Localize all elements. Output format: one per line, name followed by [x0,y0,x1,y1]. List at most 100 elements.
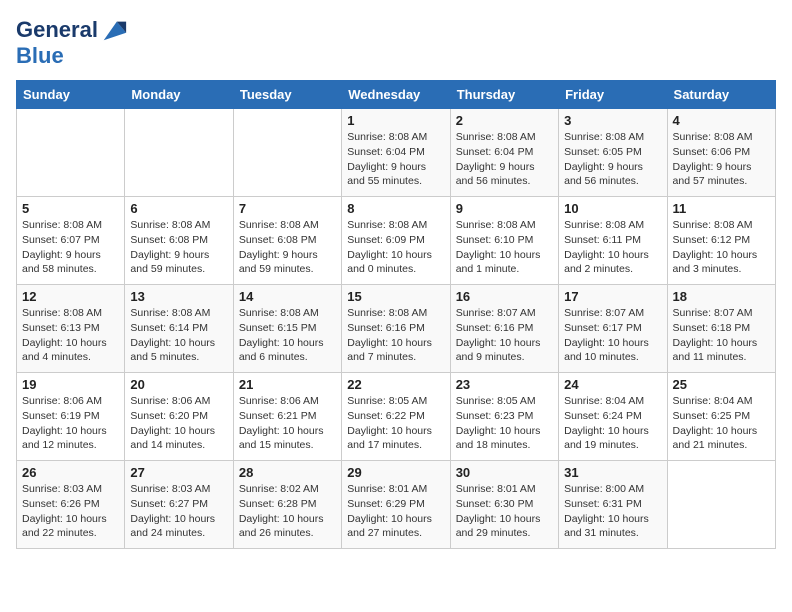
calendar-table: SundayMondayTuesdayWednesdayThursdayFrid… [16,80,776,549]
day-info: Sunrise: 8:05 AM Sunset: 6:22 PM Dayligh… [347,394,444,453]
calendar-cell: 5 Sunrise: 8:08 AM Sunset: 6:07 PM Daylig… [17,197,125,285]
week-row-3: 12 Sunrise: 8:08 AM Sunset: 6:13 PM Dayli… [17,285,776,373]
calendar-cell: 3 Sunrise: 8:08 AM Sunset: 6:05 PM Daylig… [559,109,667,197]
calendar-cell: 19 Sunrise: 8:06 AM Sunset: 6:19 PM Dayli… [17,373,125,461]
day-info: Sunrise: 8:01 AM Sunset: 6:29 PM Dayligh… [347,482,444,541]
day-number: 25 [673,377,770,392]
day-number: 22 [347,377,444,392]
day-header-friday: Friday [559,81,667,109]
day-info: Sunrise: 8:08 AM Sunset: 6:08 PM Dayligh… [239,218,336,277]
day-info: Sunrise: 8:08 AM Sunset: 6:10 PM Dayligh… [456,218,553,277]
day-number: 19 [22,377,119,392]
day-info: Sunrise: 8:07 AM Sunset: 6:17 PM Dayligh… [564,306,661,365]
calendar-cell [125,109,233,197]
day-info: Sunrise: 8:05 AM Sunset: 6:23 PM Dayligh… [456,394,553,453]
day-info: Sunrise: 8:08 AM Sunset: 6:15 PM Dayligh… [239,306,336,365]
calendar-cell [233,109,341,197]
day-info: Sunrise: 8:07 AM Sunset: 6:18 PM Dayligh… [673,306,770,365]
calendar-cell: 13 Sunrise: 8:08 AM Sunset: 6:14 PM Dayli… [125,285,233,373]
day-info: Sunrise: 8:06 AM Sunset: 6:20 PM Dayligh… [130,394,227,453]
day-number: 30 [456,465,553,480]
calendar-cell: 23 Sunrise: 8:05 AM Sunset: 6:23 PM Dayli… [450,373,558,461]
calendar-cell: 18 Sunrise: 8:07 AM Sunset: 6:18 PM Dayli… [667,285,775,373]
day-header-thursday: Thursday [450,81,558,109]
day-info: Sunrise: 8:08 AM Sunset: 6:14 PM Dayligh… [130,306,227,365]
day-number: 26 [22,465,119,480]
day-number: 28 [239,465,336,480]
day-number: 1 [347,113,444,128]
day-info: Sunrise: 8:04 AM Sunset: 6:25 PM Dayligh… [673,394,770,453]
day-info: Sunrise: 8:08 AM Sunset: 6:09 PM Dayligh… [347,218,444,277]
calendar-cell: 7Sunrise: 8:08 AM Sunset: 6:08 PM Daylig… [233,197,341,285]
day-header-saturday: Saturday [667,81,775,109]
day-number: 20 [130,377,227,392]
day-info: Sunrise: 8:03 AM Sunset: 6:26 PM Dayligh… [22,482,119,541]
week-row-5: 26 Sunrise: 8:03 AM Sunset: 6:26 PM Dayli… [17,461,776,549]
day-header-sunday: Sunday [17,81,125,109]
calendar-cell: 27 Sunrise: 8:03 AM Sunset: 6:27 PM Dayli… [125,461,233,549]
logo-text: General [16,18,98,42]
calendar-cell: 10Sunrise: 8:08 AM Sunset: 6:11 PM Dayli… [559,197,667,285]
day-header-tuesday: Tuesday [233,81,341,109]
day-number: 15 [347,289,444,304]
day-number: 5 [22,201,119,216]
day-info: Sunrise: 8:07 AM Sunset: 6:16 PM Dayligh… [456,306,553,365]
day-info: Sunrise: 8:03 AM Sunset: 6:27 PM Dayligh… [130,482,227,541]
day-number: 24 [564,377,661,392]
calendar-cell: 29 Sunrise: 8:01 AM Sunset: 6:29 PM Dayli… [342,461,450,549]
calendar-cell: 31Sunrise: 8:00 AM Sunset: 6:31 PM Dayli… [559,461,667,549]
day-info: Sunrise: 8:08 AM Sunset: 6:07 PM Dayligh… [22,218,119,277]
day-info: Sunrise: 8:08 AM Sunset: 6:13 PM Dayligh… [22,306,119,365]
calendar-cell: 15 Sunrise: 8:08 AM Sunset: 6:16 PM Dayli… [342,285,450,373]
day-info: Sunrise: 8:08 AM Sunset: 6:06 PM Dayligh… [673,130,770,189]
calendar-cell: 14 Sunrise: 8:08 AM Sunset: 6:15 PM Dayli… [233,285,341,373]
day-number: 27 [130,465,227,480]
calendar-cell: 4 Sunrise: 8:08 AM Sunset: 6:06 PM Daylig… [667,109,775,197]
day-info: Sunrise: 8:08 AM Sunset: 6:05 PM Dayligh… [564,130,661,189]
day-number: 14 [239,289,336,304]
day-info: Sunrise: 8:00 AM Sunset: 6:31 PM Dayligh… [564,482,661,541]
days-header-row: SundayMondayTuesdayWednesdayThursdayFrid… [17,81,776,109]
day-number: 18 [673,289,770,304]
calendar-cell: 24 Sunrise: 8:04 AM Sunset: 6:24 PM Dayli… [559,373,667,461]
calendar-cell: 12 Sunrise: 8:08 AM Sunset: 6:13 PM Dayli… [17,285,125,373]
week-row-4: 19 Sunrise: 8:06 AM Sunset: 6:19 PM Dayli… [17,373,776,461]
day-number: 23 [456,377,553,392]
calendar-cell: 1 Sunrise: 8:08 AM Sunset: 6:04 PM Daylig… [342,109,450,197]
day-info: Sunrise: 8:02 AM Sunset: 6:28 PM Dayligh… [239,482,336,541]
day-info: Sunrise: 8:06 AM Sunset: 6:21 PM Dayligh… [239,394,336,453]
calendar-cell: 6Sunrise: 8:08 AM Sunset: 6:08 PM Daylig… [125,197,233,285]
calendar-cell: 30 Sunrise: 8:01 AM Sunset: 6:30 PM Dayli… [450,461,558,549]
day-number: 13 [130,289,227,304]
week-row-1: 1 Sunrise: 8:08 AM Sunset: 6:04 PM Daylig… [17,109,776,197]
week-row-2: 5 Sunrise: 8:08 AM Sunset: 6:07 PM Daylig… [17,197,776,285]
day-number: 6 [130,201,227,216]
day-number: 11 [673,201,770,216]
day-number: 3 [564,113,661,128]
day-info: Sunrise: 8:06 AM Sunset: 6:19 PM Dayligh… [22,394,119,453]
day-header-wednesday: Wednesday [342,81,450,109]
day-number: 12 [22,289,119,304]
day-number: 4 [673,113,770,128]
day-number: 29 [347,465,444,480]
day-number: 8 [347,201,444,216]
day-number: 2 [456,113,553,128]
day-info: Sunrise: 8:01 AM Sunset: 6:30 PM Dayligh… [456,482,553,541]
logo-icon [100,16,128,44]
day-info: Sunrise: 8:08 AM Sunset: 6:12 PM Dayligh… [673,218,770,277]
day-info: Sunrise: 8:08 AM Sunset: 6:16 PM Dayligh… [347,306,444,365]
day-header-monday: Monday [125,81,233,109]
logo-blue: Blue [16,43,64,68]
calendar-cell: 26 Sunrise: 8:03 AM Sunset: 6:26 PM Dayli… [17,461,125,549]
day-info: Sunrise: 8:08 AM Sunset: 6:04 PM Dayligh… [347,130,444,189]
calendar-cell: 28 Sunrise: 8:02 AM Sunset: 6:28 PM Dayli… [233,461,341,549]
day-number: 17 [564,289,661,304]
calendar-cell: 9Sunrise: 8:08 AM Sunset: 6:10 PM Daylig… [450,197,558,285]
day-info: Sunrise: 8:08 AM Sunset: 6:11 PM Dayligh… [564,218,661,277]
day-info: Sunrise: 8:04 AM Sunset: 6:24 PM Dayligh… [564,394,661,453]
calendar-cell: 20 Sunrise: 8:06 AM Sunset: 6:20 PM Dayli… [125,373,233,461]
calendar-cell: 17 Sunrise: 8:07 AM Sunset: 6:17 PM Dayli… [559,285,667,373]
day-info: Sunrise: 8:08 AM Sunset: 6:04 PM Dayligh… [456,130,553,189]
calendar-cell: 25 Sunrise: 8:04 AM Sunset: 6:25 PM Dayli… [667,373,775,461]
calendar-cell [667,461,775,549]
